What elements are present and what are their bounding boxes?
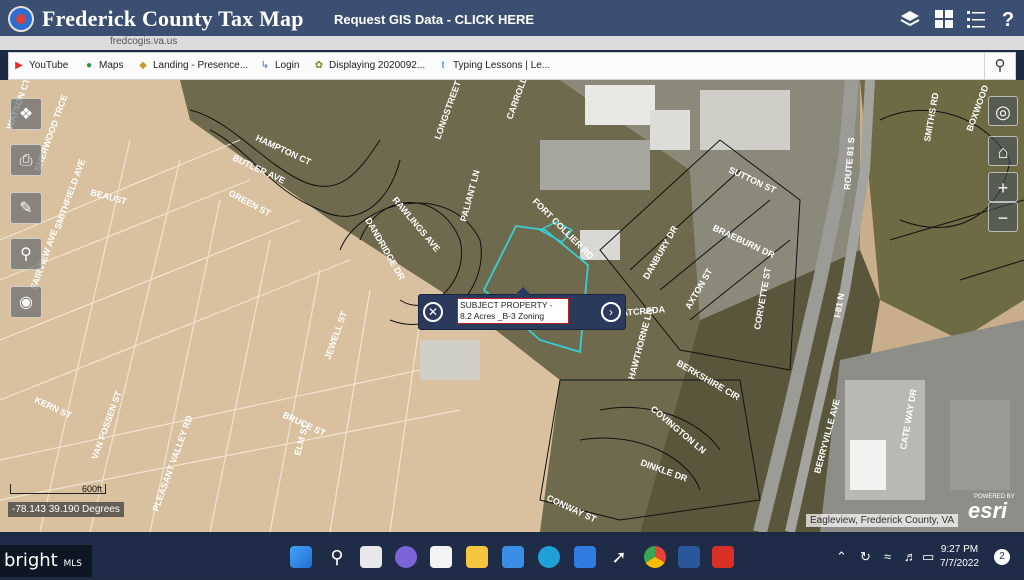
popup-next-icon[interactable]: › xyxy=(601,302,621,322)
bookmarks-bar: ▶ YouTube ● Maps ◆ Landing - Presence... ↳ L… xyxy=(8,52,1016,80)
identify-icon[interactable]: ◉ xyxy=(10,286,42,318)
sync-icon[interactable]: ↻ xyxy=(860,549,871,565)
bookmark-youtube[interactable]: ▶ YouTube xyxy=(13,60,68,71)
app-title: Frederick County Tax Map xyxy=(42,6,304,31)
tray-chevron-icon[interactable]: ⌃ xyxy=(836,549,847,565)
winamp-icon[interactable]: ➚ xyxy=(608,546,630,568)
chrome-browser-icon[interactable] xyxy=(644,546,666,568)
measure-ruler-icon[interactable]: ✎ xyxy=(10,192,42,224)
legend-list-icon[interactable] xyxy=(964,8,988,32)
bookmark-typing-lessons[interactable]: t Typing Lessons | Le... xyxy=(437,60,551,71)
edge-browser-icon[interactable] xyxy=(538,546,560,568)
help-icon[interactable]: ? xyxy=(996,8,1020,32)
windows-start-icon[interactable] xyxy=(290,546,312,568)
bookmark-landing[interactable]: ◆ Landing - Presence... xyxy=(137,60,248,71)
youtube-icon: ▶ xyxy=(15,60,23,71)
leaf-icon: ✿ xyxy=(314,60,324,71)
scale-label: 600ft xyxy=(82,484,103,494)
layers-icon[interactable] xyxy=(898,8,922,32)
windows-taskbar: ⚲ ➚ ⌃ ↻ ≈ ♬ ▭ 9:27 PM 7/7/2022 2 xyxy=(0,537,1024,577)
zoom-in-icon[interactable]: + xyxy=(988,172,1018,202)
zoom-to-icon[interactable]: ❖ xyxy=(10,98,42,130)
chat-icon[interactable] xyxy=(395,546,417,568)
bookmark-displaying[interactable]: ✿ Displaying 2020092... xyxy=(313,60,425,71)
home-icon[interactable]: ⌂ xyxy=(988,136,1018,166)
word-icon[interactable] xyxy=(678,546,700,568)
bookmark-login[interactable]: ↳ Login xyxy=(259,60,300,71)
acrobat-icon[interactable] xyxy=(712,546,734,568)
landing-icon: ◆ xyxy=(139,60,147,71)
map-attribution: Eagleview, Frederick County, VA xyxy=(806,514,959,527)
clock-date: 7/7/2022 xyxy=(940,558,979,569)
browser-address-strip: fredcogis.va.us xyxy=(0,36,1024,50)
task-view-icon[interactable] xyxy=(360,546,382,568)
app-header: Frederick County Tax Map Request GIS Dat… xyxy=(0,0,1024,40)
popup-close-icon[interactable]: ✕ xyxy=(423,302,443,322)
property-popup: ✕ SUBJECT PROPERTY - 8.2 Acres _B-3 Zoni… xyxy=(418,287,626,330)
search-map-icon[interactable]: ⚲ xyxy=(10,238,42,270)
basemap-gallery-icon[interactable] xyxy=(932,8,956,32)
county-seal-icon[interactable] xyxy=(8,6,34,32)
login-icon: ↳ xyxy=(260,60,270,71)
clock-time: 9:27 PM xyxy=(940,544,979,555)
widgets-icon[interactable] xyxy=(430,546,452,568)
volume-icon[interactable]: ♬ xyxy=(904,549,917,564)
locate-icon[interactable]: ◎ xyxy=(988,96,1018,126)
print-icon[interactable]: ⎙ xyxy=(10,144,42,176)
dropbox-icon[interactable] xyxy=(574,546,596,568)
zoom-out-icon[interactable]: − xyxy=(988,202,1018,232)
popup-text: SUBJECT PROPERTY - 8.2 Acres _B-3 Zoning xyxy=(457,298,569,324)
esri-logo[interactable]: esri xyxy=(968,498,1007,524)
bookmark-maps[interactable]: ● Maps xyxy=(83,60,123,71)
coordinate-readout: -78.143 39.190 Degrees xyxy=(8,502,124,517)
search-taskbar-icon[interactable]: ⚲ xyxy=(326,546,348,568)
search-icon: ⚲ xyxy=(994,57,1006,74)
notification-badge[interactable]: 2 xyxy=(994,549,1010,565)
bright-mls-watermark: bright MLS xyxy=(0,545,92,577)
battery-icon[interactable]: ▭ xyxy=(922,549,934,565)
tax-map-view[interactable]: WATSON CT SHERWOOD TRCE HAMPTON CT BUTLE… xyxy=(0,80,1024,532)
request-gis-data-link[interactable]: Request GIS Data - CLICK HERE xyxy=(334,12,534,27)
system-clock[interactable]: 9:27 PM 7/7/2022 xyxy=(940,543,979,571)
mail-icon[interactable] xyxy=(502,546,524,568)
search-button[interactable]: ⚲ xyxy=(984,53,1015,79)
maps-icon: ● xyxy=(85,60,93,71)
wifi-icon[interactable]: ≈ xyxy=(884,549,891,564)
typing-icon: t xyxy=(441,60,445,71)
url-fragment[interactable]: fredcogis.va.us xyxy=(110,36,177,47)
file-explorer-icon[interactable] xyxy=(466,546,488,568)
